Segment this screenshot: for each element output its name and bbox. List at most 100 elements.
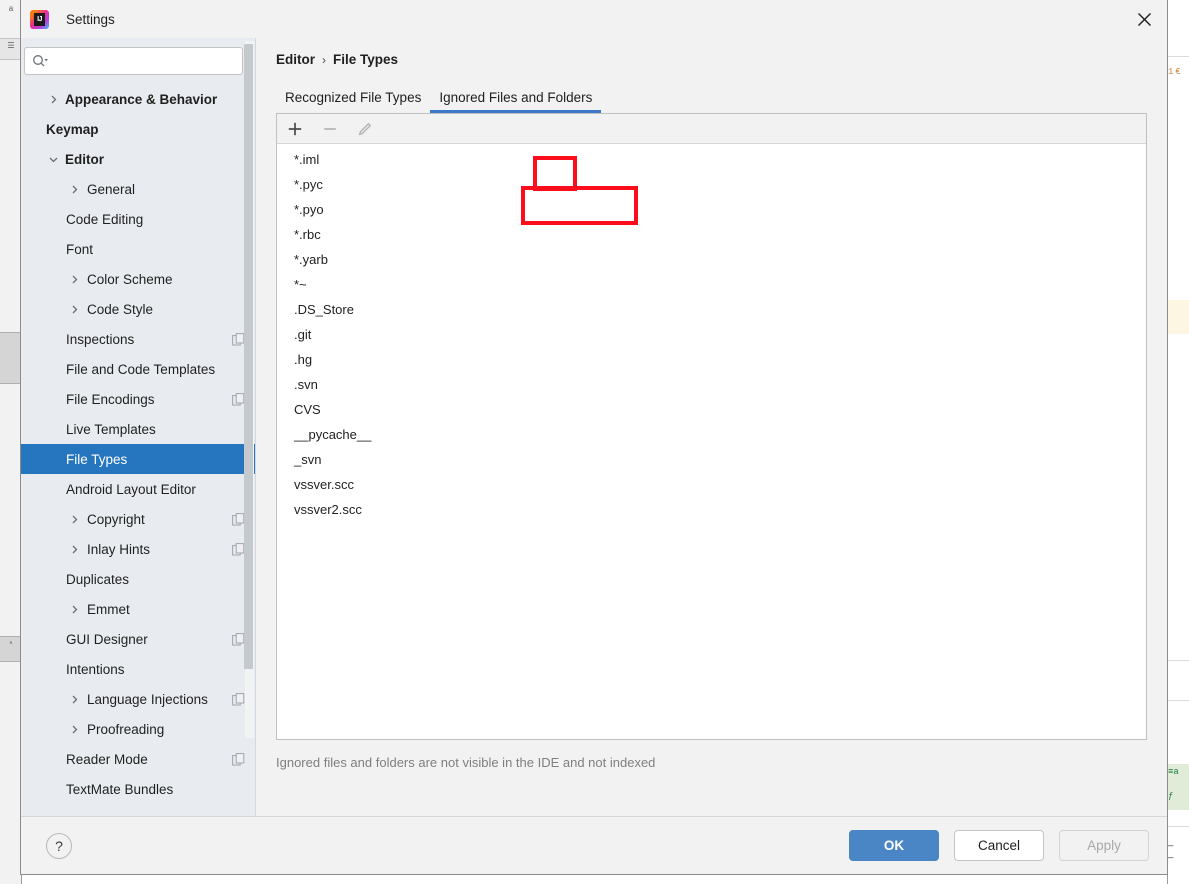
sidebar-item-label: Duplicates <box>66 571 130 587</box>
ignored-files-panel: *.iml *.pyc *.pyo *.rbc *.yarb *~ .DS_Store .gi… <box>276 113 1147 740</box>
list-item[interactable]: *~ <box>277 272 1146 297</box>
ok-button[interactable]: OK <box>849 830 939 861</box>
footer-button-group: OK Cancel Apply <box>849 830 1149 861</box>
list-item[interactable]: *.iml <box>277 147 1146 172</box>
sidebar-item-code-editing[interactable]: Code Editing <box>21 204 255 234</box>
settings-dialog: IJ Settings Appearance & Behavior Keymap… <box>20 0 1168 875</box>
chevron-right-icon[interactable] <box>68 693 80 705</box>
ignored-files-list[interactable]: *.iml *.pyc *.pyo *.rbc *.yarb *~ .DS_Store .gi… <box>277 144 1146 739</box>
list-item[interactable]: __pycache__ <box>277 422 1146 447</box>
background-code-line: — <box>1168 841 1174 851</box>
search-icon <box>32 54 48 68</box>
search-box[interactable] <box>24 47 243 75</box>
dialog-title-bar: IJ Settings <box>21 0 1167 38</box>
sidebar-item-general[interactable]: General <box>21 174 255 204</box>
background-highlight-amber <box>1168 300 1189 334</box>
sidebar-item-file-types[interactable]: File Types <box>21 444 255 474</box>
sidebar-item-label: Intentions <box>66 661 125 677</box>
search-input[interactable] <box>54 52 235 70</box>
breadcrumb-current: File Types <box>333 52 399 67</box>
help-button[interactable]: ? <box>46 832 72 859</box>
breadcrumb: Editor › File Types <box>276 52 1147 67</box>
sidebar-item-label: GUI Designer <box>66 631 148 647</box>
background-chip-c <box>0 332 22 384</box>
sidebar-item-duplicates[interactable]: Duplicates <box>21 564 255 594</box>
sidebar-scrollbar-track[interactable] <box>244 41 254 738</box>
background-chip-a: a <box>0 2 22 18</box>
sidebar-item-label: File and Code Templates <box>66 361 216 377</box>
sidebar-item-file-and-code-templates[interactable]: File and Code Templates <box>21 354 255 384</box>
sidebar-item-textmate-bundles[interactable]: TextMate Bundles <box>21 774 255 804</box>
apply-button[interactable]: Apply <box>1059 830 1149 861</box>
sidebar-item-label: Inspections <box>66 331 135 347</box>
settings-tree: Appearance & Behavior Keymap Editor General… <box>21 84 255 816</box>
list-item[interactable]: _svn <box>277 447 1146 472</box>
chevron-right-icon[interactable] <box>68 183 80 195</box>
intellij-idea-logo-icon: IJ <box>30 9 49 29</box>
sidebar-item-keymap[interactable]: Keymap <box>21 114 255 144</box>
list-item[interactable]: CVS <box>277 397 1146 422</box>
list-item[interactable]: *.rbc <box>277 222 1146 247</box>
sidebar-item-inlay-hints[interactable]: Inlay Hints <box>21 534 255 564</box>
breadcrumb-parent[interactable]: Editor <box>276 52 315 67</box>
sidebar-item-emmet[interactable]: Emmet <box>21 594 255 624</box>
sidebar-item-language-injections[interactable]: Language Injections <box>21 684 255 714</box>
breadcrumb-separator: › <box>322 52 326 67</box>
tab-bar: Recognized File Types Ignored Files and F… <box>276 90 1147 113</box>
chevron-right-icon[interactable] <box>68 303 80 315</box>
chevron-right-icon[interactable] <box>68 273 80 285</box>
dialog-body: Appearance & Behavior Keymap Editor General… <box>21 38 1167 816</box>
sidebar-item-color-scheme[interactable]: Color Scheme <box>21 264 255 294</box>
sidebar-item-label: General <box>87 181 136 197</box>
cancel-button[interactable]: Cancel <box>954 830 1044 861</box>
sidebar-item-inspections[interactable]: Inspections <box>21 324 255 354</box>
chevron-right-icon[interactable] <box>47 93 59 105</box>
sidebar-item-android-layout-editor[interactable]: Android Layout Editor <box>21 474 255 504</box>
background-right-strip: 1 € ≡a ƒ — — <box>1167 0 1189 884</box>
chevron-right-icon[interactable] <box>68 513 80 525</box>
list-item[interactable]: vssver2.scc <box>277 497 1146 522</box>
minus-icon <box>319 118 341 140</box>
sidebar-item-reader-mode[interactable]: Reader Mode <box>21 744 255 774</box>
tab-ignored-files-and-folders[interactable]: Ignored Files and Folders <box>430 90 602 113</box>
list-item[interactable]: .svn <box>277 372 1146 397</box>
settings-content: Editor › File Types Recognized File Type… <box>256 38 1167 816</box>
sidebar-item-label: Appearance & Behavior <box>65 91 218 107</box>
chevron-down-icon[interactable] <box>47 153 59 165</box>
chevron-right-icon[interactable] <box>68 603 80 615</box>
chevron-right-icon[interactable] <box>68 723 80 735</box>
panel-hint-text: Ignored files and folders are not visibl… <box>276 755 656 770</box>
sidebar-item-appearance-behavior[interactable]: Appearance & Behavior <box>21 84 255 114</box>
list-item[interactable]: *.pyc <box>277 172 1146 197</box>
sidebar-item-proofreading[interactable]: Proofreading <box>21 714 255 744</box>
sidebar-item-editor[interactable]: Editor <box>21 144 255 174</box>
sidebar-item-label: Copyright <box>87 511 145 527</box>
sidebar-item-label: Reader Mode <box>66 751 148 767</box>
plus-icon[interactable] <box>284 118 306 140</box>
sidebar-item-live-templates[interactable]: Live Templates <box>21 414 255 444</box>
sidebar-item-gui-designer[interactable]: GUI Designer <box>21 624 255 654</box>
list-item[interactable]: .hg <box>277 347 1146 372</box>
sidebar-item-copyright[interactable]: Copyright <box>21 504 255 534</box>
dialog-footer: ? OK Cancel Apply <box>21 816 1167 874</box>
sidebar-scrollbar-thumb[interactable] <box>244 44 253 669</box>
list-item[interactable]: *.yarb <box>277 247 1146 272</box>
list-toolbar <box>277 114 1146 144</box>
sidebar-item-intentions[interactable]: Intentions <box>21 654 255 684</box>
list-item[interactable]: .git <box>277 322 1146 347</box>
sidebar-item-label: TextMate Bundles <box>66 781 174 797</box>
close-icon[interactable] <box>1121 0 1167 38</box>
background-chip-b: ☰ <box>0 38 22 60</box>
search-container <box>21 38 255 84</box>
sidebar-item-code-style[interactable]: Code Style <box>21 294 255 324</box>
sidebar-item-file-encodings[interactable]: File Encodings <box>21 384 255 414</box>
list-item[interactable]: *.pyo <box>277 197 1146 222</box>
chevron-right-icon[interactable] <box>68 543 80 555</box>
sidebar-item-font[interactable]: Font <box>21 234 255 264</box>
list-item[interactable]: .DS_Store <box>277 297 1146 322</box>
sidebar-item-label: Proofreading <box>87 721 165 737</box>
list-item[interactable]: vssver.scc <box>277 472 1146 497</box>
sidebar-item-label: Editor <box>65 151 104 167</box>
sidebar-item-label: Color Scheme <box>87 271 173 287</box>
tab-recognized-file-types[interactable]: Recognized File Types <box>276 90 430 113</box>
